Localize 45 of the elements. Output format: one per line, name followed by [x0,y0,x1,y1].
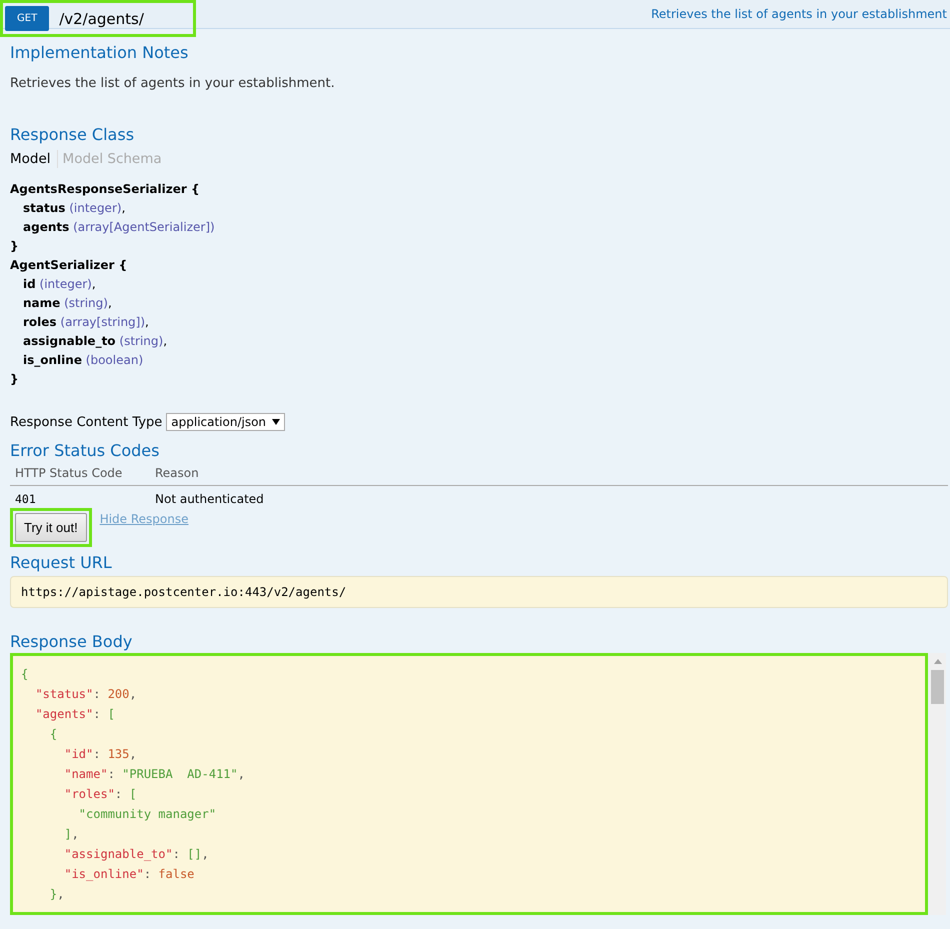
model-field: agents (array[AgentSerializer]) [10,218,950,237]
code-line: "status": 200, [34,686,138,703]
section-heading: Error Status Codes [10,441,160,460]
table-cell: Not authenticated [155,492,264,506]
scroll-up-icon[interactable] [934,659,942,664]
endpoint-summary[interactable]: Retrieves the list of agents in your establishment [651,7,947,21]
code-line: "roles": [ [63,786,138,803]
scrollbar[interactable] [929,653,946,915]
method-badge[interactable]: GET [5,6,50,31]
model-tab[interactable]: Model [10,151,57,167]
column-header: Reason [155,466,199,480]
model-field: roles (array[string]), [10,313,950,332]
code-line: { [48,726,58,743]
model-field: assignable_to (string), [10,332,950,351]
code-line: "is_online": false [63,866,196,883]
code-line: }, [48,886,66,903]
column-header: HTTP Status Code [15,466,122,480]
scrollbar-thumb[interactable] [931,670,944,704]
caret-icon [272,419,280,425]
table-cell: 401 [15,492,36,506]
model-field: name (string), [10,294,950,313]
code-line: "community manager" [78,806,218,823]
model-field: status (integer), [10,199,950,218]
closing-brace: } [10,238,20,255]
section-heading: Implementation Notes [10,43,190,62]
section-heading: Response Body [10,632,134,651]
content-type-select[interactable]: application/json [166,413,286,431]
section-heading: Response Class [10,125,136,144]
try-button[interactable]: Try it out! [15,513,87,542]
model-field: id (integer), [10,275,950,294]
code-line: ], [63,826,80,843]
code-line: "agents": [ [34,706,116,723]
code-line: "id": 135, [63,746,138,763]
code-line: "name": "PRUEBA AD-411", [63,766,246,783]
model-name: AgentsResponseSerializer { [10,181,201,198]
section-heading: Request URL [10,553,113,572]
endpoint-path[interactable]: /v2/agents/ [59,10,144,28]
closing-brace: } [10,371,20,388]
code-line: { [21,666,30,683]
model-name: AgentSerializer { [10,257,128,274]
content-type-label: Response Content Type [10,414,162,430]
request-url: https://apistage.postcenter.io:443/v2/agents/ [21,585,346,599]
model-field: is_online (boolean) [10,351,950,370]
code-line: "assignable_to": [], [63,846,210,863]
notes-text: Retrieves the list of agents in your establishment. [10,76,336,91]
